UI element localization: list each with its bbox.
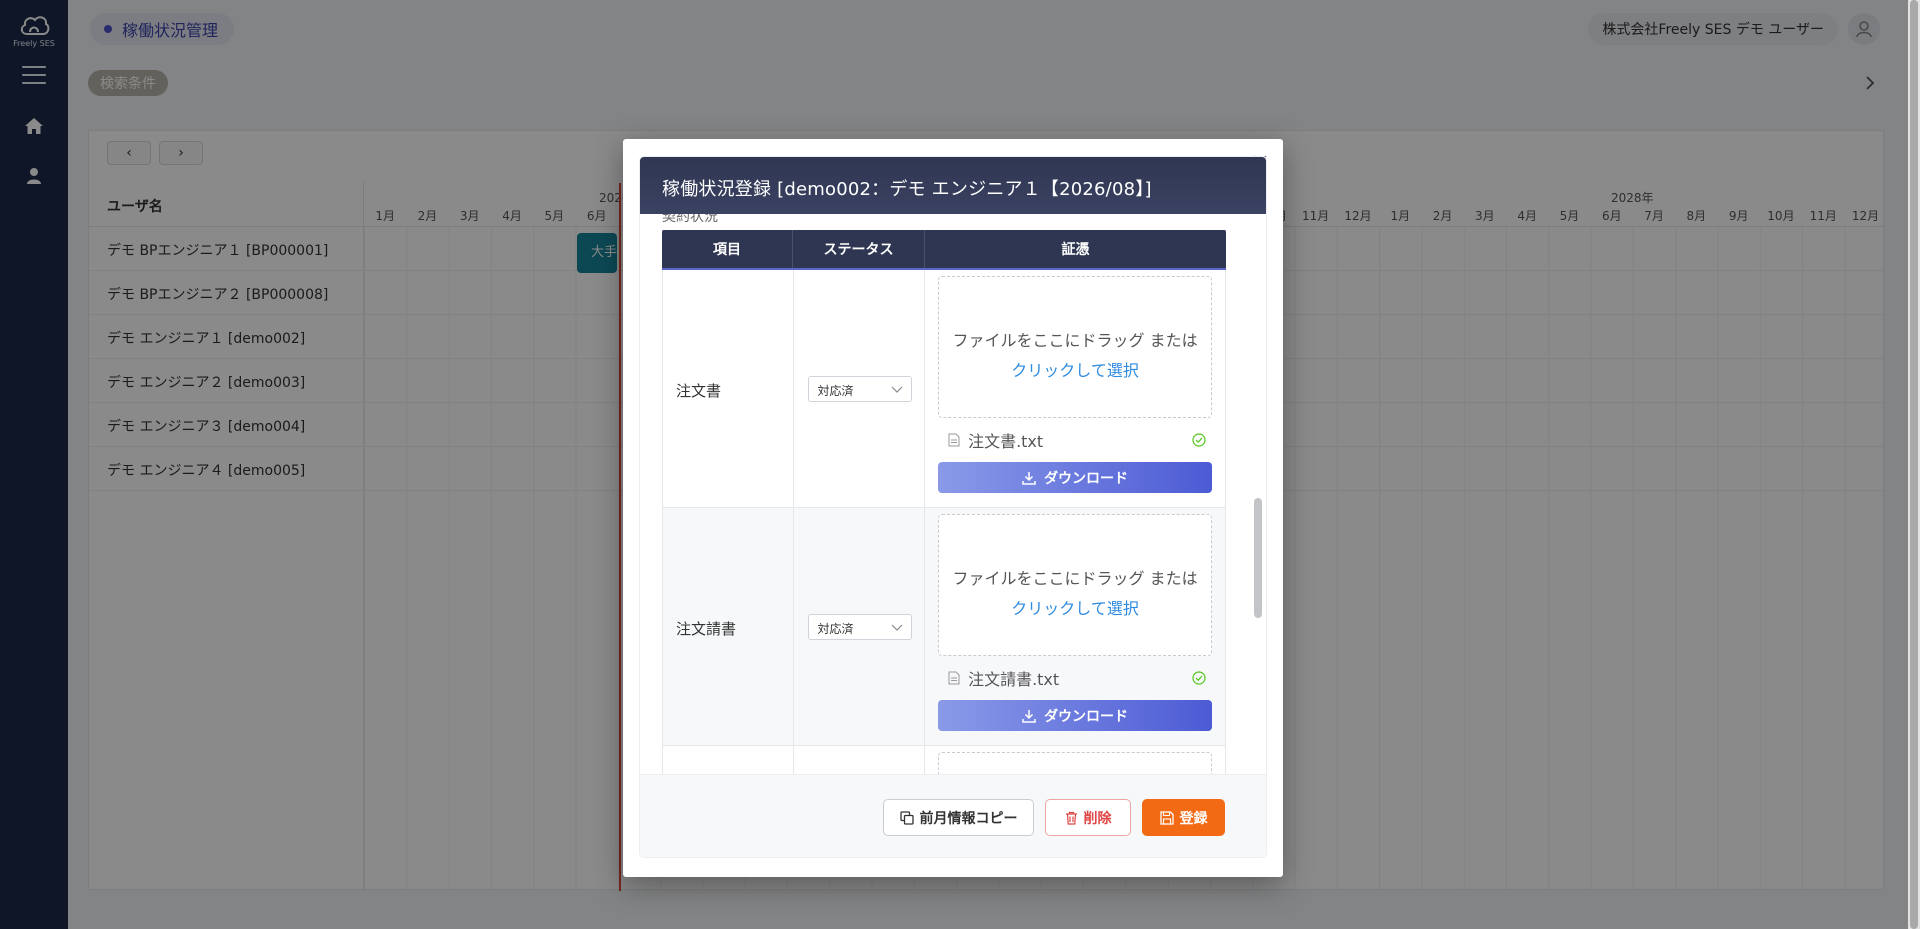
download-icon — [1022, 471, 1036, 485]
status-value: 対応済 — [817, 622, 854, 636]
modal-scrollbar[interactable] — [1254, 214, 1262, 774]
save-icon — [1159, 810, 1174, 825]
table-row: 注文書 対応済 ファイルをここにドラッグ または クリックして選択 注文書.tx… — [662, 270, 1226, 508]
trash-icon — [1065, 811, 1077, 825]
document-icon — [948, 433, 960, 447]
modal-title: 稼働状況登録 [demo002：デモ エンジニア１【2026/08】] — [662, 179, 1152, 200]
contract-status-table: 項目 ステータス 証憑 注文書 対応済 ファイルをここにドラッグ または クリッ… — [662, 230, 1226, 774]
uploaded-file[interactable]: 注文請書.txt — [948, 668, 1212, 689]
dropzone-text: ファイルをここにドラッグ または — [952, 331, 1198, 350]
download-button[interactable]: ダウンロード — [938, 700, 1213, 731]
copy-icon — [899, 810, 914, 825]
col-evidence-header: 証憑 — [1061, 242, 1090, 258]
download-button[interactable]: ダウンロード — [938, 462, 1213, 493]
status-select[interactable]: 対応済 — [807, 614, 912, 640]
file-dropzone[interactable]: ファイルをここにドラッグ または クリックして選択 — [938, 276, 1213, 418]
file-select-link[interactable]: クリックして選択 — [939, 595, 1211, 619]
item-label: 注文書 — [676, 382, 722, 400]
copy-previous-month-button[interactable]: 前月情報コピー — [883, 799, 1034, 836]
download-icon — [1022, 709, 1036, 723]
modal-panel: 稼働状況登録 [demo002：デモ エンジニア１【2026/08】] 契約状況… — [640, 157, 1266, 857]
file-select-link[interactable]: クリックして選択 — [939, 357, 1211, 381]
modal-header: 稼働状況登録 [demo002：デモ エンジニア１【2026/08】] — [640, 157, 1266, 214]
col-status-header: ステータス — [793, 230, 925, 268]
status-select[interactable]: 対応済 — [807, 376, 912, 402]
download-label: ダウンロード — [1044, 470, 1129, 487]
table-row — [662, 746, 1226, 774]
download-label: ダウンロード — [1044, 708, 1129, 725]
uploaded-file[interactable]: 注文書.txt — [948, 430, 1212, 451]
modal-body[interactable]: 契約状況 項目 ステータス 証憑 注文書 対応済 ファイルをここにドラッグ また… — [640, 214, 1266, 774]
dropzone-text: ファイルをここにドラッグ または — [952, 569, 1198, 588]
check-circle-icon — [1192, 671, 1206, 685]
register-label: 登録 — [1179, 810, 1208, 827]
file-name: 注文書.txt — [968, 432, 1044, 451]
item-label: 注文請書 — [676, 620, 737, 638]
document-icon — [948, 671, 960, 685]
work-status-modal: 稼働状況登録 [demo002：デモ エンジニア１【2026/08】] 契約状況… — [623, 139, 1283, 877]
copy-label: 前月情報コピー — [919, 810, 1018, 827]
delete-label: 削除 — [1083, 810, 1112, 827]
page-scrollbar[interactable] — [1908, 0, 1920, 929]
chevron-down-icon — [891, 386, 902, 393]
delete-button[interactable]: 削除 — [1045, 799, 1131, 836]
table-row: 注文請書 対応済 ファイルをここにドラッグ または クリックして選択 注文請書.… — [662, 508, 1226, 746]
col-item-header: 項目 — [662, 230, 793, 268]
status-value: 対応済 — [817, 384, 854, 398]
modal-footer: 前月情報コピー 削除 登録 — [640, 774, 1266, 857]
section-label: 契約状況 — [662, 214, 718, 225]
table-header: 項目 ステータス 証憑 — [662, 230, 1226, 270]
chevron-down-icon — [891, 624, 902, 631]
file-dropzone[interactable]: ファイルをここにドラッグ または クリックして選択 — [938, 514, 1213, 656]
check-circle-icon — [1192, 433, 1206, 447]
register-button[interactable]: 登録 — [1142, 799, 1225, 836]
file-dropzone[interactable] — [938, 752, 1213, 774]
file-name: 注文請書.txt — [968, 670, 1060, 689]
